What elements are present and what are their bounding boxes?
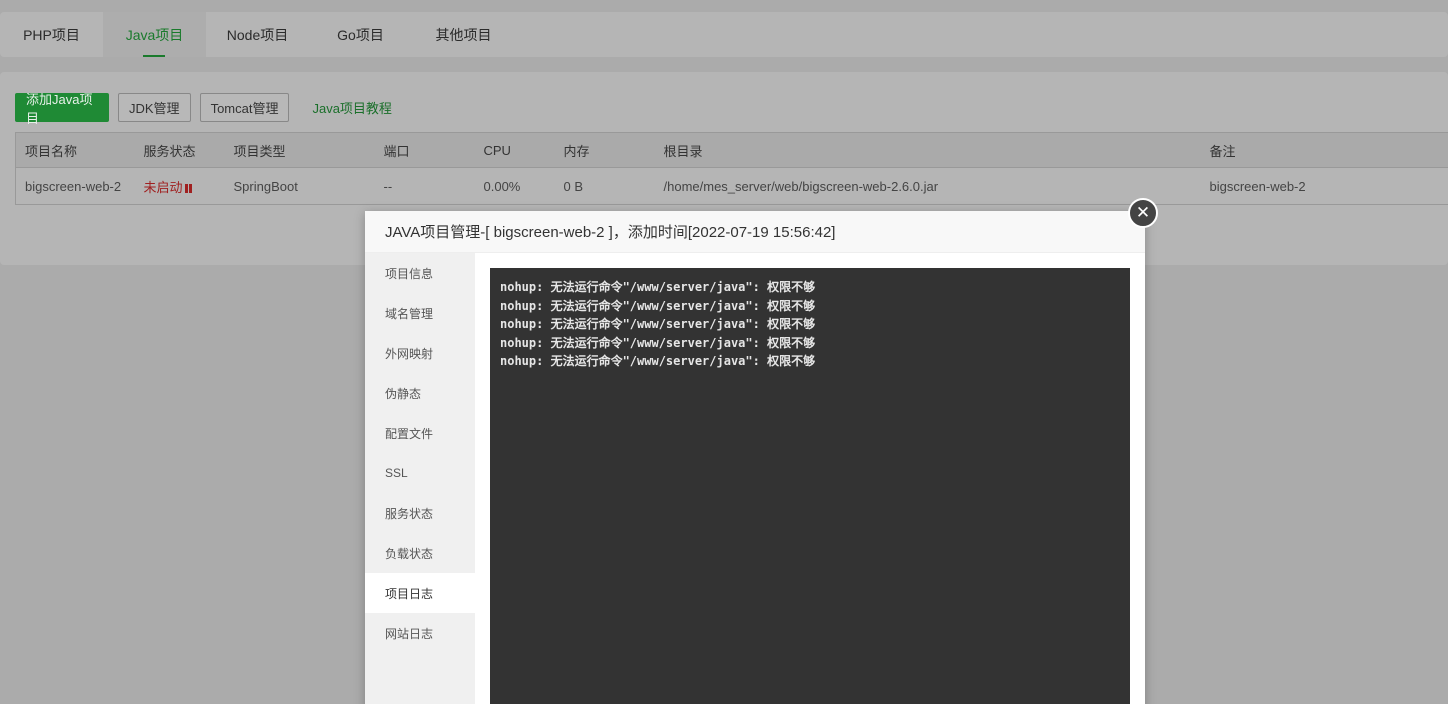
tomcat-manage-button[interactable]: Tomcat管理 <box>199 93 290 122</box>
col-project-type: 项目类型 <box>224 132 375 168</box>
log-line: nohup: 无法运行命令"/www/server/java": 权限不够 <box>500 354 816 368</box>
menu-project-log[interactable]: 项目日志 <box>365 573 475 613</box>
menu-domain-manage[interactable]: 域名管理 <box>365 293 475 333</box>
toolbar: 添加Java项目 JDK管理 Tomcat管理 Java项目教程 <box>15 92 392 126</box>
jdk-manage-button[interactable]: JDK管理 <box>118 93 191 122</box>
memory-cell: 0 B <box>554 167 655 205</box>
tab-node[interactable]: Node项目 <box>206 12 309 57</box>
col-root-dir: 根目录 <box>654 132 1201 168</box>
menu-rewrite[interactable]: 伪静态 <box>365 373 475 413</box>
dialog-title: JAVA项目管理-[ bigscreen-web-2 ]，添加时间[2022-0… <box>365 211 1145 253</box>
menu-project-info[interactable]: 项目信息 <box>365 253 475 293</box>
log-line: nohup: 无法运行命令"/www/server/java": 权限不够 <box>500 317 816 331</box>
java-tutorial-link[interactable]: Java项目教程 <box>312 98 391 117</box>
log-line: nohup: 无法运行命令"/www/server/java": 权限不够 <box>500 335 816 350</box>
port-cell: -- <box>374 167 475 205</box>
tab-go[interactable]: Go项目 <box>309 12 412 57</box>
cpu-cell: 0.00% <box>474 167 555 205</box>
stopped-icon <box>184 181 193 193</box>
service-status-cell[interactable]: 未启动 <box>134 167 225 205</box>
dialog-sidebar: 项目信息 域名管理 外网映射 伪静态 配置文件 SSL 服务状态 负载状态 项目… <box>365 253 475 704</box>
menu-ssl[interactable]: SSL <box>365 453 475 493</box>
table-header-row: 项目名称 服务状态 项目类型 端口 CPU 内存 根目录 备注 <box>15 132 1448 168</box>
project-type-tabs: PHP项目 Java项目 Node项目 Go项目 其他项目 <box>0 12 1448 57</box>
note-cell[interactable]: bigscreen-web-2 <box>1200 167 1448 205</box>
java-project-manage-dialog: JAVA项目管理-[ bigscreen-web-2 ]，添加时间[2022-0… <box>365 211 1145 704</box>
log-line: nohup: 无法运行命令"/www/server/java": 权限不够 <box>500 280 816 294</box>
menu-load-status[interactable]: 负载状态 <box>365 533 475 573</box>
log-line: nohup: 无法运行命令"/www/server/java": 权限不够 <box>500 298 816 313</box>
col-note: 备注 <box>1200 132 1448 168</box>
status-text: 未启动 <box>143 179 183 195</box>
root-dir-link[interactable]: /home/mes_server/web/bigscreen-web-2.6.0… <box>654 167 1201 205</box>
col-service-status: 服务状态 <box>134 132 225 168</box>
col-project-name[interactable]: 项目名称 <box>15 132 135 168</box>
menu-config-file[interactable]: 配置文件 <box>365 413 475 453</box>
col-port: 端口 <box>374 132 475 168</box>
add-java-project-button[interactable]: 添加Java项目 <box>15 92 109 126</box>
tab-php[interactable]: PHP项目 <box>0 12 103 57</box>
col-cpu: CPU <box>474 132 555 168</box>
menu-service-status[interactable]: 服务状态 <box>365 493 475 533</box>
table-row: bigscreen-web-2 未启动 SpringBoot -- 0.00% … <box>15 167 1448 205</box>
col-memory: 内存 <box>554 132 655 168</box>
project-table: 项目名称 服务状态 项目类型 端口 CPU 内存 根目录 备注 bigscree… <box>15 132 1448 205</box>
menu-site-log[interactable]: 网站日志 <box>365 613 475 653</box>
project-name-link[interactable]: bigscreen-web-2 <box>15 167 135 205</box>
project-type-cell: SpringBoot <box>224 167 375 205</box>
close-icon[interactable]: ✕ <box>1128 198 1158 228</box>
tab-other[interactable]: 其他项目 <box>412 12 515 57</box>
log-console[interactable]: nohup: 无法运行命令"/www/server/java": 权限不够 no… <box>490 268 1130 704</box>
tab-java[interactable]: Java项目 <box>103 12 206 57</box>
menu-external-mapping[interactable]: 外网映射 <box>365 333 475 373</box>
